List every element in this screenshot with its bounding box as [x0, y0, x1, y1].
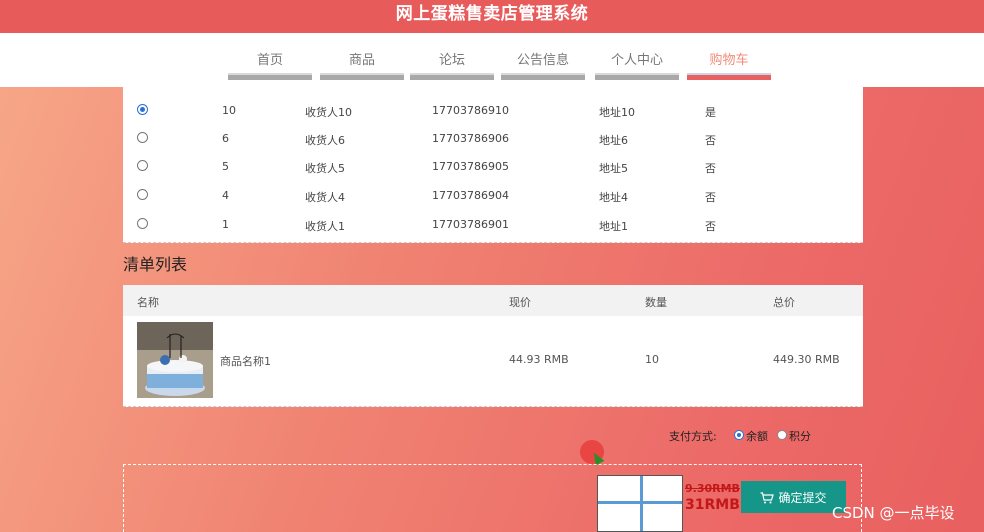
nav-underline [320, 73, 404, 80]
table-row[interactable]: 5 收货人5 17703786905 地址5 否 [123, 153, 863, 181]
nav-forum[interactable]: 论坛 [410, 33, 494, 87]
table-row[interactable]: 1 收货人1 17703786901 地址1 否 [123, 211, 863, 239]
nav-cart-label: 购物车 [709, 53, 749, 68]
address-default: 否 [705, 191, 716, 204]
nav-personal-center-label: 个人中心 [610, 53, 663, 68]
address-id: 6 [222, 132, 229, 145]
nav-home-label: 首页 [256, 53, 283, 68]
order-list-title: 清单列表 [123, 255, 188, 274]
nav-underline [410, 73, 494, 80]
address-id: 5 [222, 160, 229, 173]
app-header: 网上蛋糕售卖店管理系统 [0, 0, 984, 33]
address-text: 地址4 [599, 191, 628, 204]
address-name: 收货人6 [305, 134, 345, 147]
header-price: 现价 [509, 296, 531, 309]
address-table: 10 收货人10 17703786910 地址10 是 6 收货人6 17703… [123, 87, 863, 243]
app-title: 网上蛋糕售卖店管理系统 [395, 4, 589, 24]
header-total: 总价 [773, 296, 795, 309]
payment-points-radio[interactable] [777, 430, 787, 440]
payment-points-label[interactable]: 积分 [789, 428, 811, 444]
address-radio[interactable] [137, 189, 148, 200]
product-quantity: 10 [645, 353, 659, 366]
product-total: 449.30 RMB [773, 353, 840, 366]
table-row: 商品名称1 44.93 RMB 10 449.30 RMB [123, 316, 863, 406]
submit-order-label: 确定提交 [778, 490, 827, 505]
nav-underline [595, 73, 679, 80]
address-name: 收货人5 [305, 162, 345, 175]
address-radio[interactable] [137, 132, 148, 143]
address-default: 否 [705, 134, 716, 147]
payment-balance-radio[interactable] [734, 430, 744, 440]
nav-cart[interactable]: 购物车 [687, 33, 771, 87]
address-phone: 17703786905 [432, 160, 509, 173]
product-name[interactable]: 商品名称1 [220, 353, 271, 369]
address-radio[interactable] [137, 218, 148, 229]
product-price: 44.93 RMB [509, 353, 569, 366]
address-radio[interactable] [137, 160, 148, 171]
watermark: CSDN @一点毕设 [832, 504, 955, 522]
table-row[interactable]: 6 收货人6 17703786906 地址6 否 [123, 125, 863, 153]
original-price: 9.30RMB [685, 482, 740, 495]
address-phone: 17703786910 [432, 104, 509, 117]
final-price: 31RMB [685, 497, 740, 513]
nav-announcements[interactable]: 公告信息 [501, 33, 585, 87]
address-id: 1 [222, 218, 229, 231]
address-phone: 17703786906 [432, 132, 509, 145]
cart-icon [760, 492, 775, 504]
cake-image [137, 322, 213, 398]
nav-products[interactable]: 商品 [320, 33, 404, 87]
header-name: 名称 [137, 296, 159, 309]
address-text: 地址10 [599, 106, 635, 119]
nav-home[interactable]: 首页 [228, 33, 312, 87]
nav-personal-center[interactable]: 个人中心 [595, 33, 679, 87]
address-default: 否 [705, 220, 716, 233]
address-default: 是 [705, 106, 716, 119]
product-image[interactable] [137, 322, 213, 398]
nav-products-label: 商品 [348, 53, 375, 68]
address-radio[interactable] [137, 104, 148, 115]
submit-order-button[interactable]: 确定提交 [741, 481, 846, 513]
qr-divider-horizontal [598, 501, 682, 504]
nav-underline [501, 73, 585, 80]
payment-qr-image [597, 475, 683, 532]
address-name: 收货人1 [305, 220, 345, 233]
table-header: 名称 现价 数量 总价 [123, 285, 863, 316]
nav-underline [228, 73, 312, 80]
address-name: 收货人4 [305, 191, 345, 204]
address-id: 4 [222, 189, 229, 202]
address-id: 10 [222, 104, 236, 117]
address-name: 收货人10 [305, 106, 352, 119]
nav-forum-label: 论坛 [438, 53, 465, 68]
payment-method-label: 支付方式: [669, 430, 717, 443]
address-text: 地址5 [599, 162, 628, 175]
table-row[interactable]: 4 收货人4 17703786904 地址4 否 [123, 182, 863, 210]
address-phone: 17703786904 [432, 189, 509, 202]
table-row[interactable]: 10 收货人10 17703786910 地址10 是 [123, 97, 863, 125]
header-quantity: 数量 [645, 296, 667, 309]
address-phone: 17703786901 [432, 218, 509, 231]
nav-announcements-label: 公告信息 [516, 53, 569, 68]
payment-balance-label[interactable]: 余额 [746, 428, 768, 444]
address-text: 地址6 [599, 134, 628, 147]
address-default: 否 [705, 162, 716, 175]
main-nav: 首页 商品 论坛 公告信息 个人中心 购物车 [0, 33, 984, 87]
address-text: 地址1 [599, 220, 628, 233]
order-list-table: 名称 现价 数量 总价 商品名称1 44.93 RMB 10 449.30 RM… [123, 285, 863, 407]
nav-underline-active [687, 73, 771, 80]
